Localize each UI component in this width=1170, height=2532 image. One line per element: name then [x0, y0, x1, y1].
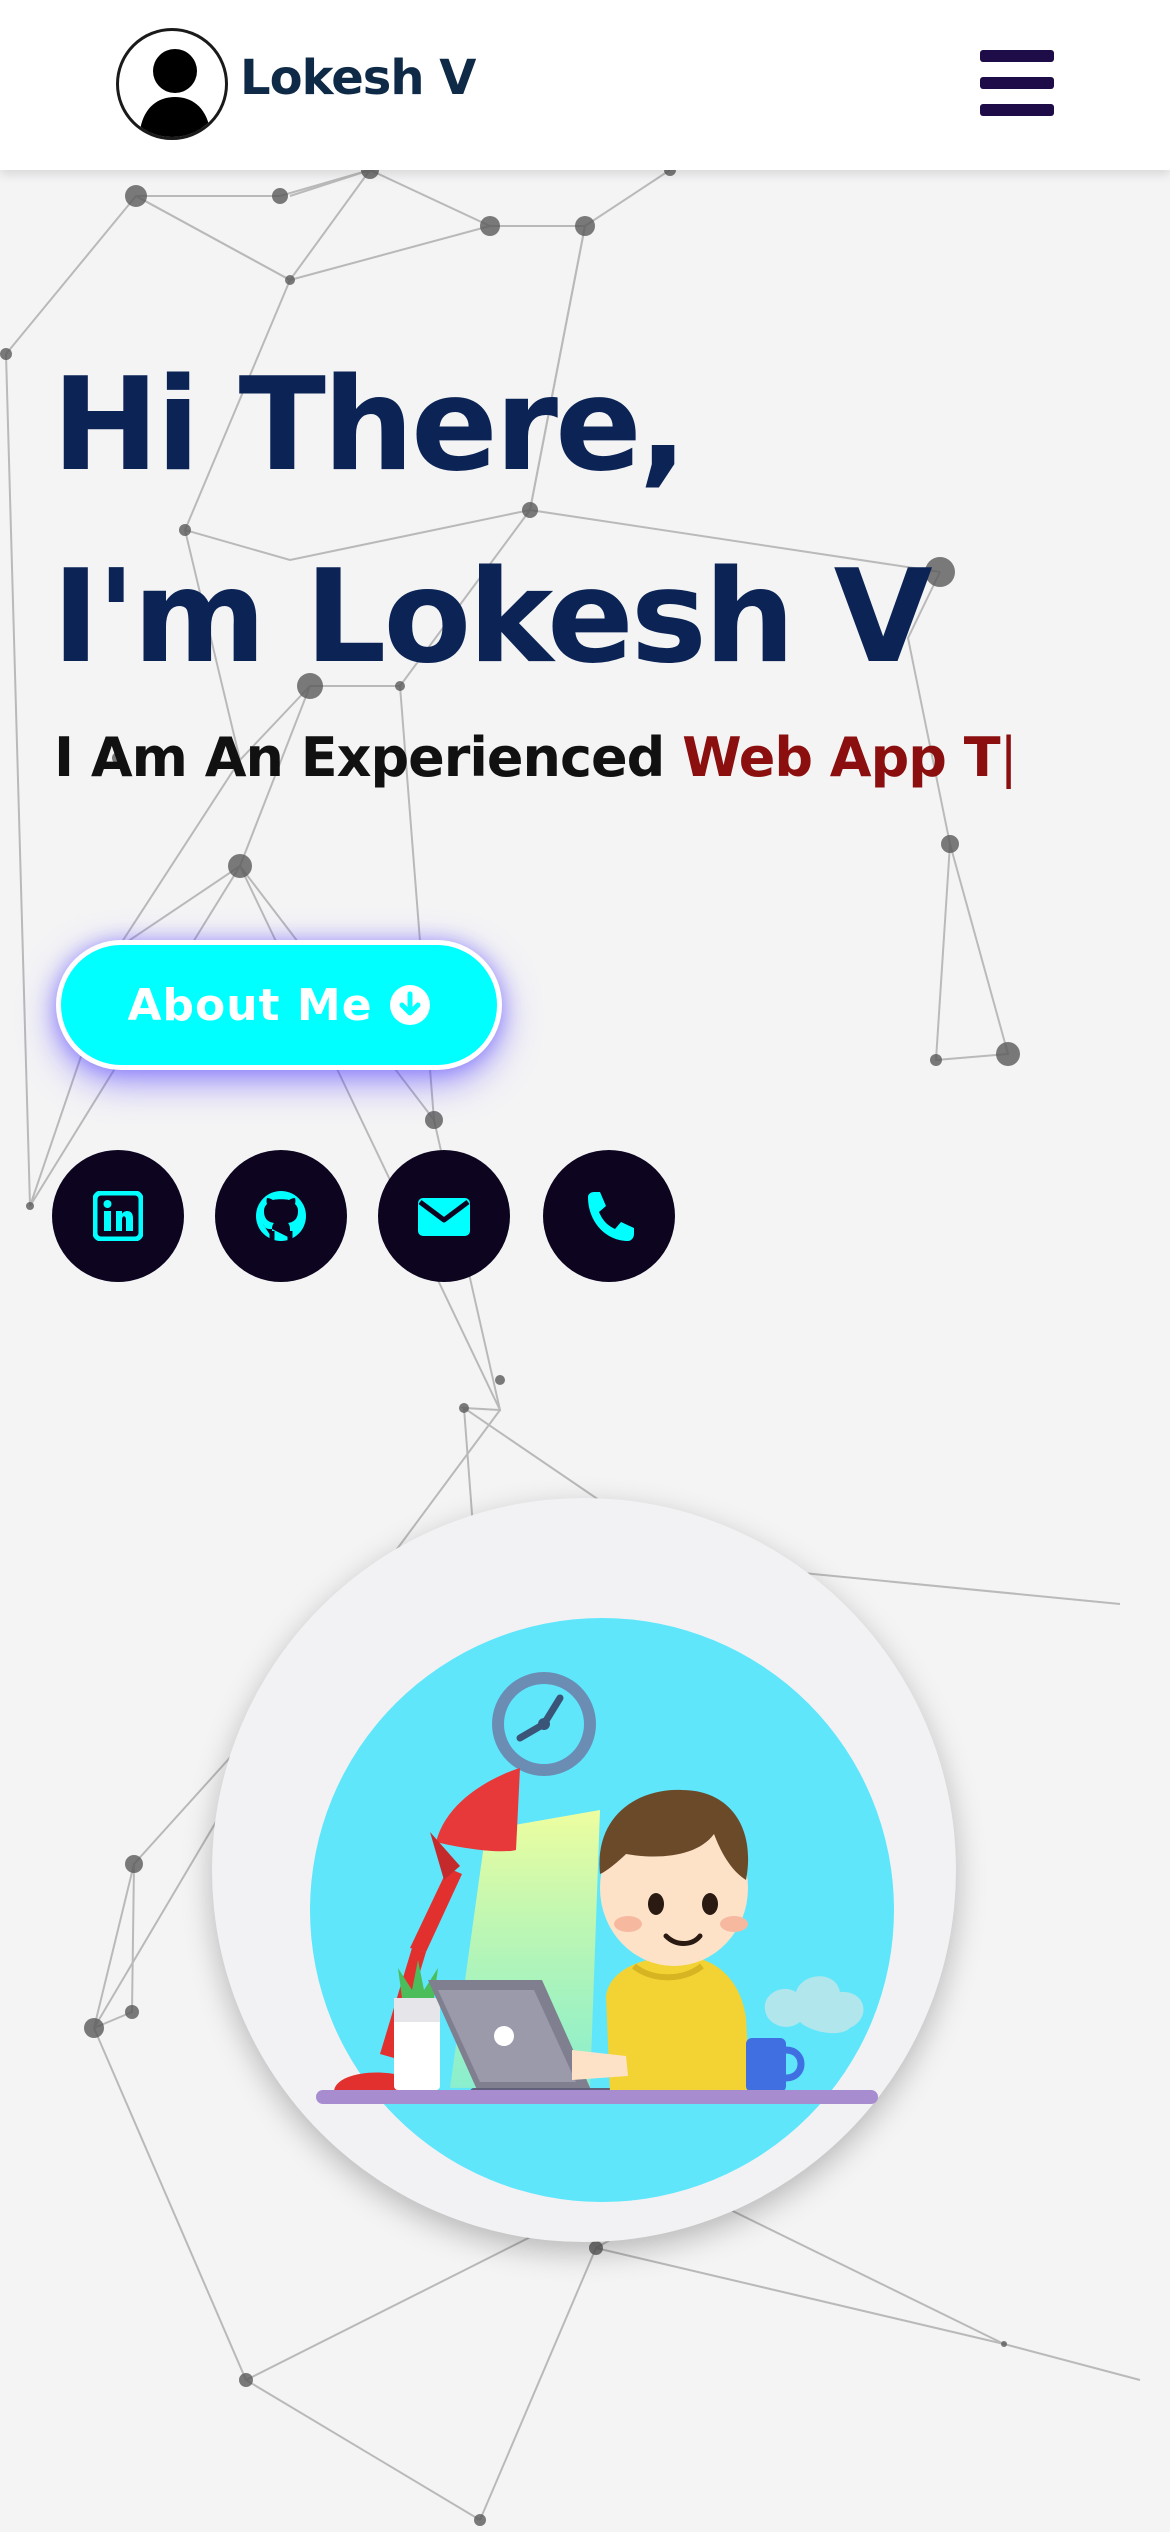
arrow-circle-down-icon — [389, 984, 431, 1026]
illustration-bg — [310, 1618, 894, 2202]
user-silhouette-icon — [139, 49, 211, 137]
mail-icon — [418, 1198, 470, 1236]
hamburger-bar — [980, 77, 1054, 89]
about-me-button[interactable]: About Me — [56, 940, 502, 1070]
linkedin-button[interactable] — [52, 1150, 184, 1282]
hero-tagline: I Am An Experienced Web App T| — [54, 726, 1018, 789]
email-button[interactable] — [378, 1150, 510, 1282]
linkedin-icon — [93, 1191, 143, 1241]
tagline-prefix: I Am An Experienced — [54, 726, 665, 789]
top-navbar: Lokesh V — [0, 0, 1170, 170]
github-icon — [256, 1191, 306, 1241]
avatar[interactable] — [116, 28, 228, 140]
hamburger-bar — [980, 50, 1054, 62]
hamburger-menu-button[interactable] — [980, 50, 1054, 116]
phone-icon — [588, 1192, 634, 1241]
hero-heading: Hi There, I'm Lokesh V — [52, 330, 933, 714]
brand-name[interactable]: Lokesh V — [240, 50, 476, 106]
hamburger-bar — [980, 104, 1054, 116]
desk — [316, 2090, 878, 2104]
tagline-typed-text: Web App T — [682, 726, 1000, 789]
developer-at-desk-illustration — [310, 1618, 894, 2202]
phone-button[interactable] — [543, 1150, 675, 1282]
hero-illustration-frame — [212, 1498, 956, 2242]
github-button[interactable] — [215, 1150, 347, 1282]
greeting-line-2: I'm Lokesh V — [52, 543, 933, 692]
social-links — [52, 1150, 702, 1282]
clock-icon — [492, 1672, 596, 1776]
about-me-label: About Me — [127, 979, 373, 1031]
plant-icon — [394, 1960, 440, 2090]
typing-caret: | — [999, 726, 1018, 789]
greeting-line-1: Hi There, — [52, 351, 687, 500]
